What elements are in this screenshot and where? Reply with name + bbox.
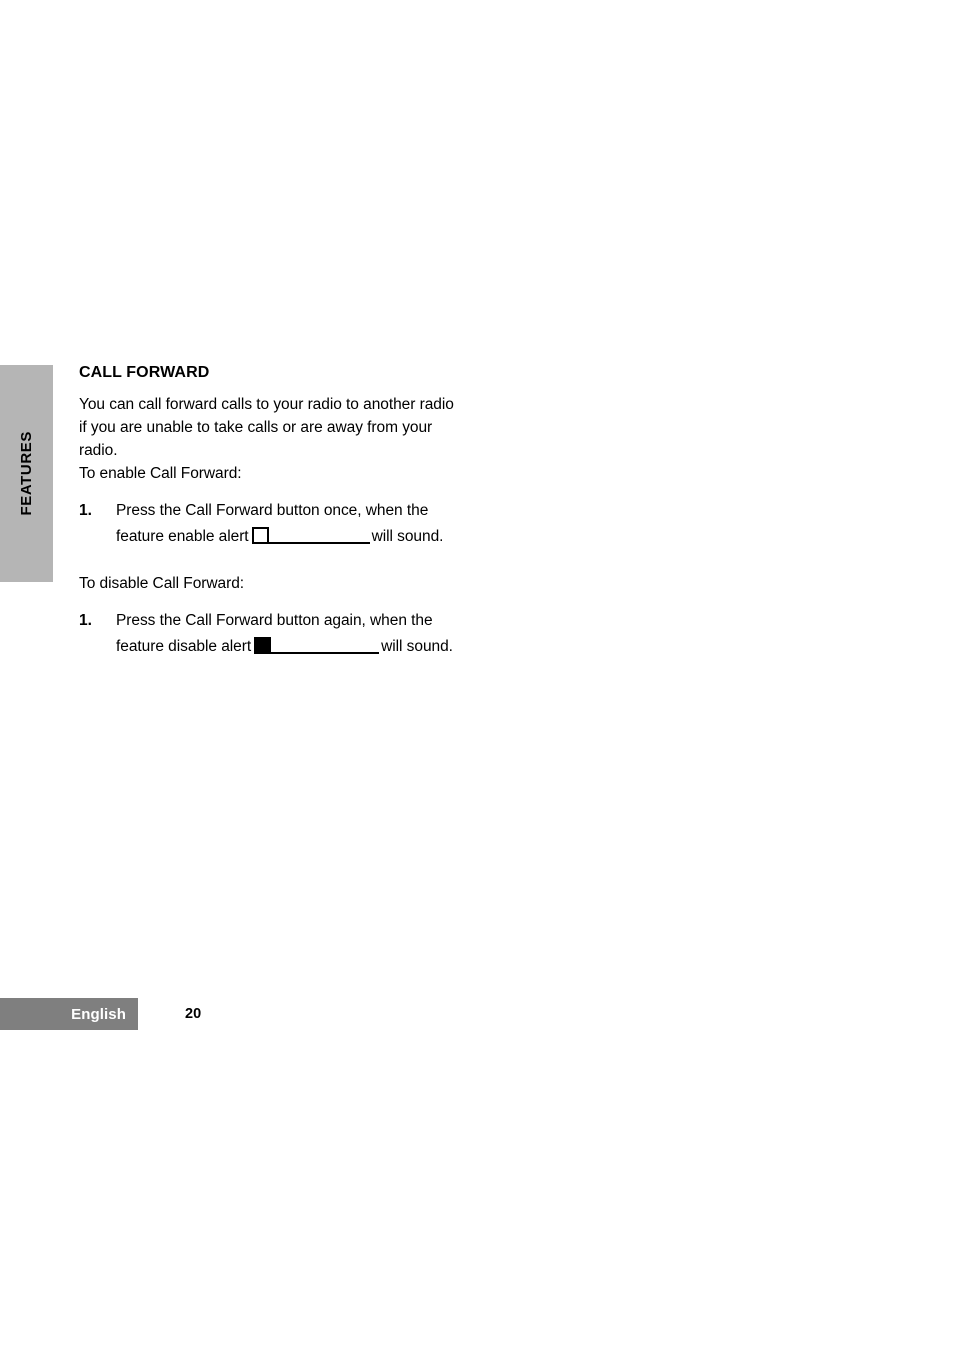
footer-page-number: 20 xyxy=(185,1005,202,1022)
chapter-tab-features: FEATURES xyxy=(0,365,53,582)
footer-language-label: English xyxy=(71,1005,126,1023)
feature-enable-alert-tone-icon xyxy=(251,527,370,544)
enable-step-number: 1. xyxy=(79,502,92,519)
manual-page: FEATURES CALL FORWARD You can call forwa… xyxy=(0,0,954,1351)
tone-box-open xyxy=(251,527,269,544)
disable-step-text-after: will sound. xyxy=(381,638,453,655)
tone-line xyxy=(267,542,370,544)
enable-step-body: Press the Call Forward button once, when… xyxy=(116,498,465,550)
enable-step-text-after: will sound. xyxy=(371,528,444,545)
page-footer: English 20 xyxy=(0,998,954,1030)
feature-disable-alert-tone-icon xyxy=(254,637,380,654)
enable-lead-in: To enable Call Forward: xyxy=(79,465,242,482)
content-column: CALL FORWARD You can call forward calls … xyxy=(79,362,465,660)
disable-step: 1. Press the Call Forward button again, … xyxy=(79,608,465,660)
intro-paragraph: You can call forward calls to your radio… xyxy=(79,396,454,459)
disable-lead-in: To disable Call Forward: xyxy=(79,575,245,592)
tone-box-filled xyxy=(254,637,272,654)
disable-step-number: 1. xyxy=(79,612,92,629)
footer-language-band: English xyxy=(0,998,138,1030)
section-heading: CALL FORWARD xyxy=(79,364,210,381)
enable-step: 1. Press the Call Forward button once, w… xyxy=(79,498,465,550)
chapter-tab-label: FEATURES xyxy=(18,431,35,516)
disable-step-body: Press the Call Forward button again, whe… xyxy=(116,608,465,660)
tone-line xyxy=(270,652,380,654)
